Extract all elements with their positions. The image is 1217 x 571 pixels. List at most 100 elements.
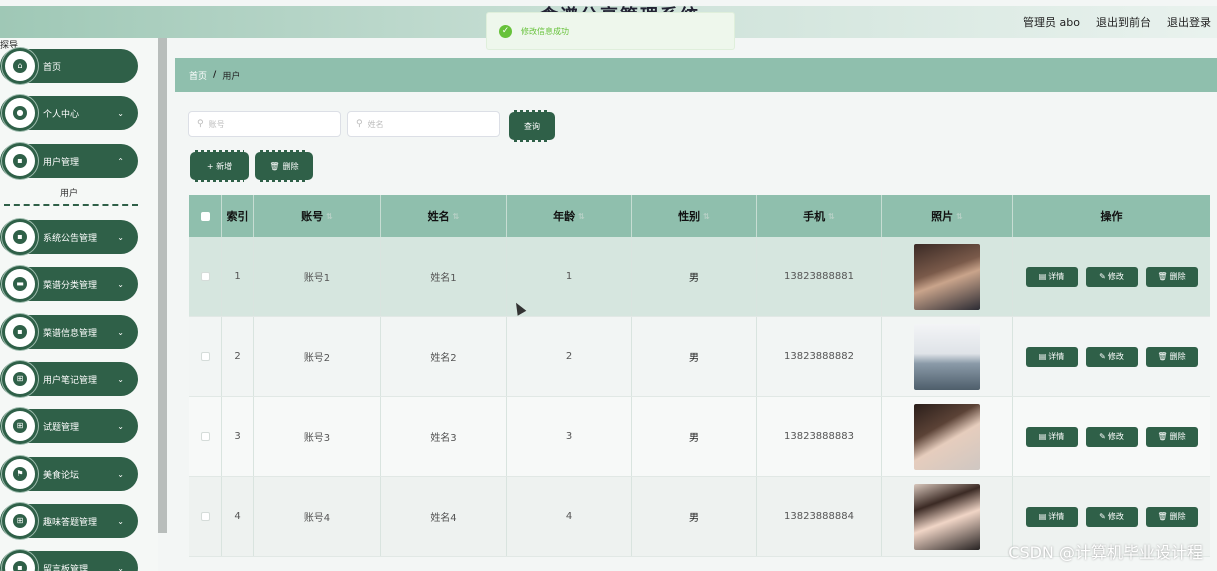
header-age[interactable]: 年龄 ⇅: [507, 195, 632, 237]
trash-icon: 🗑: [1157, 512, 1168, 521]
logout-link[interactable]: 退出登录: [1167, 14, 1211, 30]
sidebar-item-label: 美食论坛: [43, 470, 80, 481]
sidebar-item-label: 菜谱分类管理: [43, 280, 98, 291]
header-label: 年龄: [553, 210, 576, 223]
sort-icon[interactable]: ⇅: [703, 212, 710, 221]
detail-button[interactable]: ▤ 详情: [1025, 263, 1078, 290]
header-select-all[interactable]: [189, 195, 222, 237]
sidebar-item-notes[interactable]: ⊞ 用户笔记管理 ⌄: [0, 362, 138, 396]
toast-message: 修改信息成功: [521, 26, 569, 36]
sort-icon[interactable]: ⇅: [326, 212, 333, 221]
name-search-input[interactable]: ⚲ 姓名: [347, 111, 500, 137]
delete-button[interactable]: 🗑 删除: [1145, 343, 1198, 370]
table-row[interactable]: 1 账号1 姓名1 1 男 13823888881 ▤ 详情 ✎ 修改 🗑 删除: [189, 237, 1210, 317]
cell-photo: [882, 317, 1013, 396]
row-checkbox[interactable]: [200, 352, 210, 361]
cell-actions: ▤ 详情 ✎ 修改 🗑 删除: [1013, 397, 1210, 476]
delete-button[interactable]: 🗑 删除: [1145, 423, 1198, 450]
detail-button[interactable]: ▤ 详情: [1025, 503, 1078, 530]
edit-label: 修改: [1107, 272, 1124, 281]
file-icon: ▤: [1038, 352, 1047, 361]
checkbox[interactable]: [200, 211, 210, 221]
chevron-down-icon: ⌄: [117, 374, 124, 384]
category-icon: ▬: [5, 269, 35, 299]
sidebar-item-questions[interactable]: ⊞ 试题管理 ⌄: [0, 409, 138, 443]
edit-button[interactable]: ✎ 修改: [1085, 263, 1138, 290]
row-checkbox[interactable]: [200, 272, 210, 281]
cell-phone: 13823888882: [757, 317, 882, 396]
row-checkbox[interactable]: [200, 432, 210, 441]
detail-label: 详情: [1048, 272, 1065, 281]
grid-icon: ⊞: [5, 364, 35, 394]
cell-age: 2: [507, 317, 632, 396]
detail-label: 详情: [1048, 432, 1065, 441]
search-icon: ⚲: [197, 119, 204, 129]
breadcrumb-separator: /: [213, 70, 217, 80]
exit-front-link[interactable]: 退出到前台: [1096, 14, 1151, 30]
trash-icon: 🗑: [1157, 272, 1168, 281]
user-photo[interactable]: [914, 323, 980, 390]
sidebar-item-recipe[interactable]: ▪ 菜谱信息管理 ⌄: [0, 315, 138, 349]
cell-age: 1: [507, 237, 632, 316]
sidebar-item-notice[interactable]: ▪ 系统公告管理 ⌄: [0, 220, 138, 254]
query-button[interactable]: 查询: [511, 110, 553, 142]
sort-icon[interactable]: ⇅: [578, 212, 585, 221]
edit-button[interactable]: ✎ 修改: [1085, 343, 1138, 370]
breadcrumb-current: 用户: [222, 71, 241, 82]
sidebar-item-label: 用户管理: [43, 157, 80, 168]
edit-button[interactable]: ✎ 修改: [1085, 503, 1138, 530]
chevron-down-icon: ⌄: [117, 421, 124, 431]
message-icon: ▪: [5, 553, 35, 571]
header-name[interactable]: 姓名 ⇅: [381, 195, 507, 237]
cell-gender: 男: [632, 477, 757, 556]
header-phone[interactable]: 手机 ⇅: [757, 195, 882, 237]
edit-button[interactable]: ✎ 修改: [1085, 423, 1138, 450]
detail-label: 详情: [1048, 512, 1065, 521]
cell-name: 姓名2: [381, 317, 507, 396]
breadcrumb-home[interactable]: 首页: [189, 69, 207, 82]
delete-label: 删除: [1169, 272, 1186, 281]
account-search-input[interactable]: ⚲ 账号: [188, 111, 341, 137]
sidebar-item-label: 菜谱信息管理: [43, 328, 98, 339]
delete-button[interactable]: 🗑 删除: [1145, 503, 1198, 530]
success-toast: ✓ 修改信息成功: [486, 12, 735, 50]
delete-button[interactable]: 🗑 删除: [1145, 263, 1198, 290]
cell-name: 姓名1: [381, 237, 507, 316]
account-placeholder: 账号: [208, 119, 225, 129]
name-placeholder: 姓名: [367, 119, 384, 129]
batch-delete-button[interactable]: 🗑 删除: [257, 150, 311, 182]
detail-button[interactable]: ▤ 详情: [1025, 343, 1078, 370]
sidebar-item-category[interactable]: ▬ 菜谱分类管理 ⌄: [0, 267, 138, 301]
user-photo[interactable]: [914, 243, 980, 310]
cell-index: 4: [222, 477, 254, 556]
sidebar-item-user-manage[interactable]: ▪ 用户管理 ⌃: [0, 144, 138, 178]
chevron-down-icon: ⌄: [117, 327, 124, 337]
edit-label: 修改: [1107, 432, 1124, 441]
header-account[interactable]: 账号 ⇅: [254, 195, 381, 237]
submenu-item-user[interactable]: 用户: [0, 186, 138, 204]
sort-icon[interactable]: ⇅: [453, 212, 460, 221]
sort-icon[interactable]: ⇅: [956, 212, 963, 221]
cell-account: 账号1: [254, 237, 381, 316]
sidebar-item-home[interactable]: ⌂ 首页: [0, 49, 138, 83]
sidebar-item-forum[interactable]: ⚑ 美食论坛 ⌄: [0, 457, 138, 491]
sidebar-item-quiz[interactable]: ⊞ 趣味答题管理 ⌄: [0, 504, 138, 538]
sidebar-item-profile[interactable]: ● 个人中心 ⌄: [0, 96, 138, 130]
table-row[interactable]: 2 账号2 姓名2 2 男 13823888882 ▤ 详情 ✎ 修改 🗑 删除: [189, 317, 1210, 397]
check-icon: ✓: [499, 24, 512, 38]
cell-photo: [882, 477, 1013, 556]
header-gender[interactable]: 性别 ⇅: [632, 195, 757, 237]
table-row[interactable]: 3 账号3 姓名3 3 男 13823888883 ▤ 详情 ✎ 修改 🗑 删除: [189, 397, 1210, 477]
sidebar-item-label: 留言板管理: [43, 564, 89, 571]
user-photo[interactable]: [914, 483, 980, 550]
sidebar-item-messages[interactable]: ▪ 留言板管理 ⌄: [0, 551, 138, 571]
sort-icon[interactable]: ⇅: [828, 212, 835, 221]
row-checkbox[interactable]: [200, 512, 210, 521]
detail-button[interactable]: ▤ 详情: [1025, 423, 1078, 450]
notice-icon: ▪: [5, 222, 35, 252]
user-photo[interactable]: [914, 403, 980, 470]
add-button[interactable]: + 新增: [192, 150, 247, 182]
header-photo[interactable]: 照片 ⇅: [882, 195, 1013, 237]
sidebar-scrollbar[interactable]: [158, 38, 167, 533]
table-header: 索引 账号 ⇅ 姓名 ⇅ 年龄 ⇅ 性别 ⇅ 手机 ⇅ 照片 ⇅ 操作: [189, 195, 1210, 237]
